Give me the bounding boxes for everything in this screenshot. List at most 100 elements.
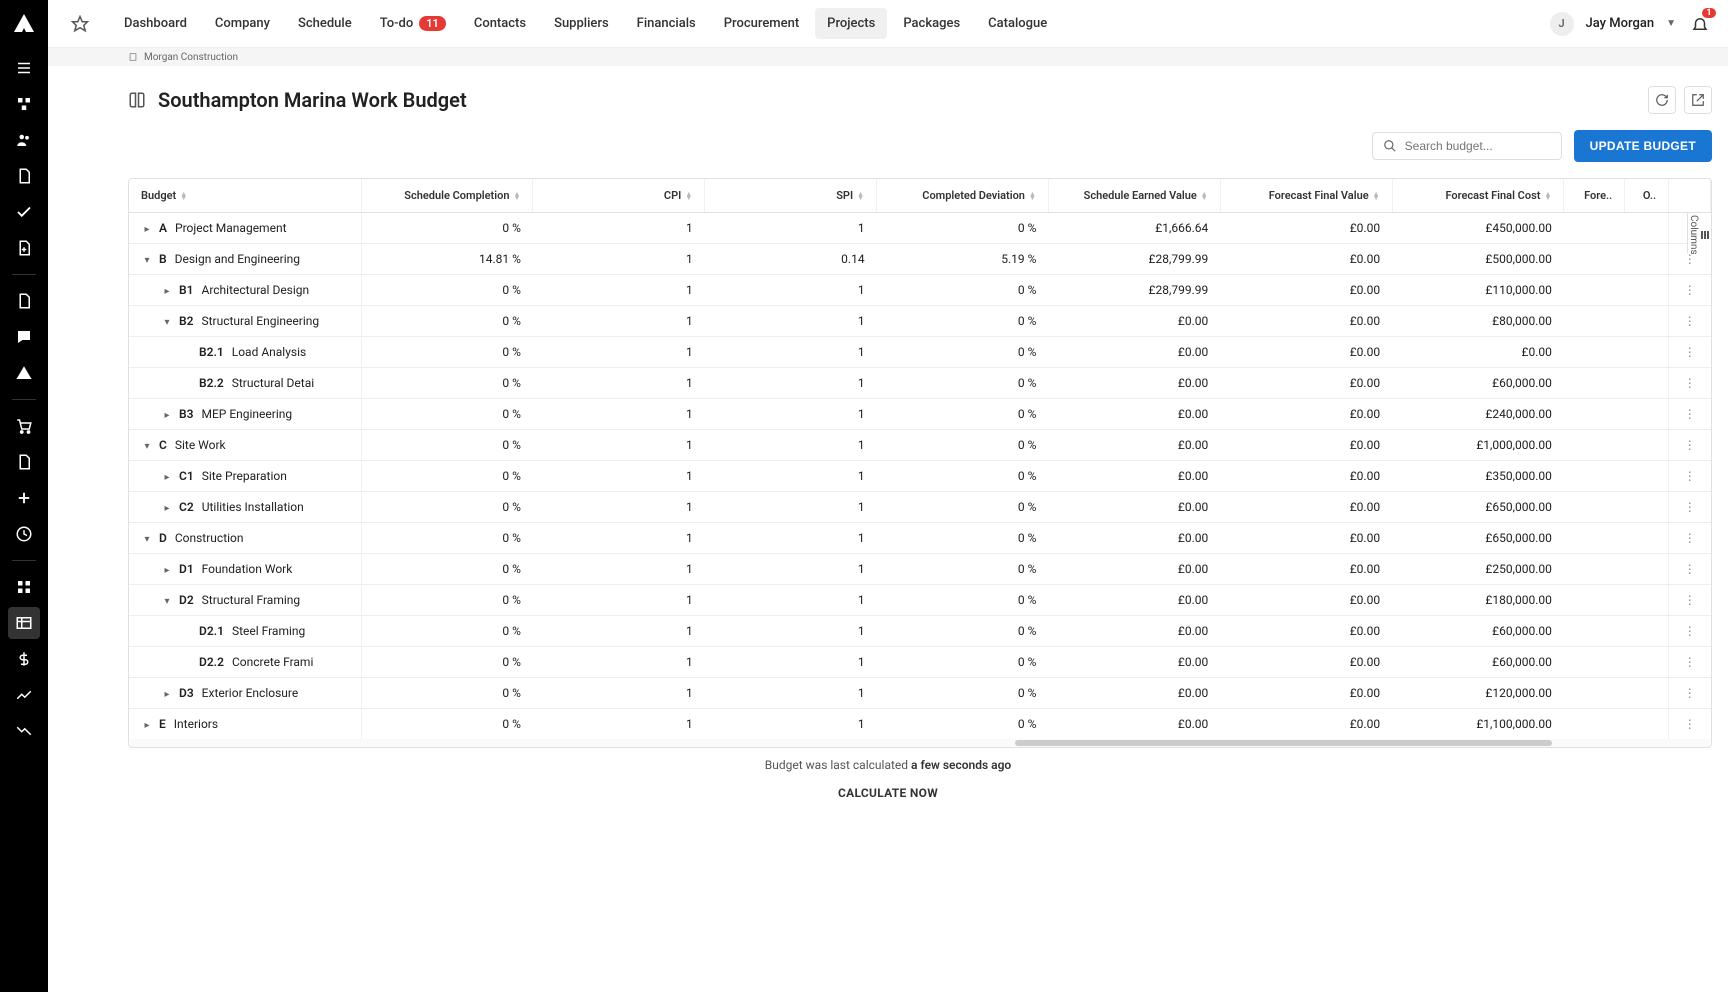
- rail-org-icon[interactable]: [8, 88, 40, 120]
- row-name: Architectural Design: [201, 283, 309, 297]
- nav-tab-company[interactable]: Company: [203, 8, 282, 39]
- cell-sc: 0 %: [361, 306, 533, 337]
- col-forecast-final-value[interactable]: Forecast Final Value: [1269, 189, 1369, 202]
- rail-list-icon[interactable]: [8, 52, 40, 84]
- row-menu[interactable]: ⋮: [1669, 399, 1711, 430]
- search-input[interactable]: [1405, 139, 1560, 153]
- tree-toggle[interactable]: ▸: [161, 286, 173, 297]
- nav-tab-procurement[interactable]: Procurement: [712, 8, 811, 39]
- user-avatar[interactable]: J: [1550, 12, 1574, 36]
- rail-doc2-icon[interactable]: [8, 285, 40, 317]
- sort-icon[interactable]: ▲▼: [685, 192, 692, 200]
- row-menu[interactable]: ⋮: [1669, 461, 1711, 492]
- tree-toggle[interactable]: ▸: [161, 410, 173, 421]
- nav-tab-financials[interactable]: Financials: [625, 8, 708, 39]
- tree-toggle[interactable]: ▸: [161, 689, 173, 700]
- tree-toggle[interactable]: ▾: [141, 441, 153, 452]
- row-menu[interactable]: ⋮: [1669, 678, 1711, 709]
- notifications-bell[interactable]: 1: [1688, 12, 1712, 36]
- rail-check-icon[interactable]: [8, 196, 40, 228]
- chevron-down-icon[interactable]: ▼: [1666, 18, 1676, 29]
- sort-icon[interactable]: ▲▼: [1544, 192, 1551, 200]
- search-box[interactable]: [1372, 132, 1562, 160]
- row-menu[interactable]: ⋮: [1669, 554, 1711, 585]
- user-name[interactable]: Jay Morgan: [1586, 16, 1655, 31]
- table-row: ▸AProject Management0 %110 %£1,666.64£0.…: [129, 213, 1711, 244]
- col-spi[interactable]: SPI: [836, 189, 853, 202]
- rail-clock-icon[interactable]: [8, 518, 40, 550]
- col-schedule-completion[interactable]: Schedule Completion: [404, 189, 509, 202]
- row-code: C2: [179, 500, 194, 514]
- nav-tab-suppliers[interactable]: Suppliers: [542, 8, 621, 39]
- rail-doc3-icon[interactable]: [8, 446, 40, 478]
- cell-sev: £28,799.99: [1048, 244, 1220, 275]
- row-menu[interactable]: ⋮: [1669, 523, 1711, 554]
- app-logo[interactable]: [8, 8, 40, 40]
- rail-newdoc-icon[interactable]: [8, 232, 40, 264]
- rail-cart-icon[interactable]: [8, 410, 40, 442]
- rail-plus-icon[interactable]: [8, 482, 40, 514]
- row-menu[interactable]: ⋮: [1669, 647, 1711, 678]
- rail-doc-icon[interactable]: [8, 160, 40, 192]
- row-menu[interactable]: ⋮: [1669, 616, 1711, 647]
- rail-comment-icon[interactable]: [8, 321, 40, 353]
- nav-tab-packages[interactable]: Packages: [891, 8, 972, 39]
- col-budget[interactable]: Budget: [141, 189, 176, 202]
- nav-tab-projects[interactable]: Projects: [815, 8, 887, 39]
- tree-toggle[interactable]: ▸: [141, 224, 153, 235]
- row-menu[interactable]: ⋮: [1669, 337, 1711, 368]
- tree-toggle[interactable]: ▸: [141, 720, 153, 731]
- col-cpi[interactable]: CPI: [664, 189, 681, 202]
- col-forecast-final-cost[interactable]: Forecast Final Cost: [1445, 189, 1540, 202]
- rail-table-icon[interactable]: [8, 607, 40, 639]
- tree-toggle[interactable]: ▸: [161, 565, 173, 576]
- col-extra2[interactable]: O..: [1643, 189, 1656, 202]
- row-menu[interactable]: ⋮: [1669, 368, 1711, 399]
- rail-trendup-icon[interactable]: [8, 679, 40, 711]
- cell-cd: 0 %: [877, 306, 1049, 337]
- tree-toggle[interactable]: ▸: [161, 472, 173, 483]
- tree-toggle[interactable]: ▸: [161, 503, 173, 514]
- horizontal-scrollbar[interactable]: [130, 739, 1710, 747]
- rail-trenddown-icon[interactable]: [8, 715, 40, 747]
- row-menu[interactable]: ⋮: [1669, 585, 1711, 616]
- row-menu[interactable]: ⋮: [1669, 430, 1711, 461]
- tree-toggle[interactable]: ▾: [141, 534, 153, 545]
- cell-ffc: £120,000.00: [1392, 678, 1564, 709]
- nav-tab-dashboard[interactable]: Dashboard: [112, 8, 199, 39]
- nav-tab-catalogue[interactable]: Catalogue: [976, 8, 1059, 39]
- row-menu[interactable]: ⋮: [1669, 492, 1711, 523]
- star-icon[interactable]: [64, 8, 96, 40]
- calculate-now-button[interactable]: CALCULATE NOW: [48, 782, 1728, 812]
- building-icon: [128, 52, 138, 62]
- sort-icon[interactable]: ▲▼: [513, 192, 520, 200]
- refresh-button[interactable]: [1648, 86, 1676, 114]
- sort-icon[interactable]: ▲▼: [1373, 192, 1380, 200]
- sort-icon[interactable]: ▲▼: [1029, 192, 1036, 200]
- update-budget-button[interactable]: UPDATE BUDGET: [1574, 130, 1712, 162]
- rail-apps-icon[interactable]: [8, 571, 40, 603]
- cell-cpi: 1: [533, 275, 705, 306]
- row-menu[interactable]: ⋮: [1669, 709, 1711, 740]
- nav-tab-to-do[interactable]: To-do11: [368, 8, 458, 39]
- rail-people-icon[interactable]: [8, 124, 40, 156]
- sort-icon[interactable]: ▲▼: [180, 192, 187, 200]
- nav-tab-schedule[interactable]: Schedule: [286, 8, 364, 39]
- tree-toggle[interactable]: ▾: [141, 255, 153, 266]
- col-completed-deviation[interactable]: Completed Deviation: [922, 189, 1025, 202]
- sort-icon[interactable]: ▲▼: [1201, 192, 1208, 200]
- row-menu[interactable]: ⋮: [1669, 275, 1711, 306]
- row-menu[interactable]: ⋮: [1669, 306, 1711, 337]
- export-button[interactable]: [1684, 86, 1712, 114]
- sort-icon[interactable]: ▲▼: [857, 192, 864, 200]
- col-schedule-earned-value[interactable]: Schedule Earned Value: [1084, 189, 1197, 202]
- col-extra1[interactable]: Fore..: [1584, 189, 1612, 202]
- nav-tab-contacts[interactable]: Contacts: [462, 8, 538, 39]
- breadcrumb-company[interactable]: Morgan Construction: [144, 52, 238, 63]
- rail-warning-icon[interactable]: [8, 357, 40, 389]
- tree-toggle[interactable]: ▾: [161, 596, 173, 607]
- rail-dollar-icon[interactable]: [8, 643, 40, 675]
- columns-panel-toggle[interactable]: Columns: [1687, 213, 1711, 253]
- cell-sc: 0 %: [361, 368, 533, 399]
- tree-toggle[interactable]: ▾: [161, 317, 173, 328]
